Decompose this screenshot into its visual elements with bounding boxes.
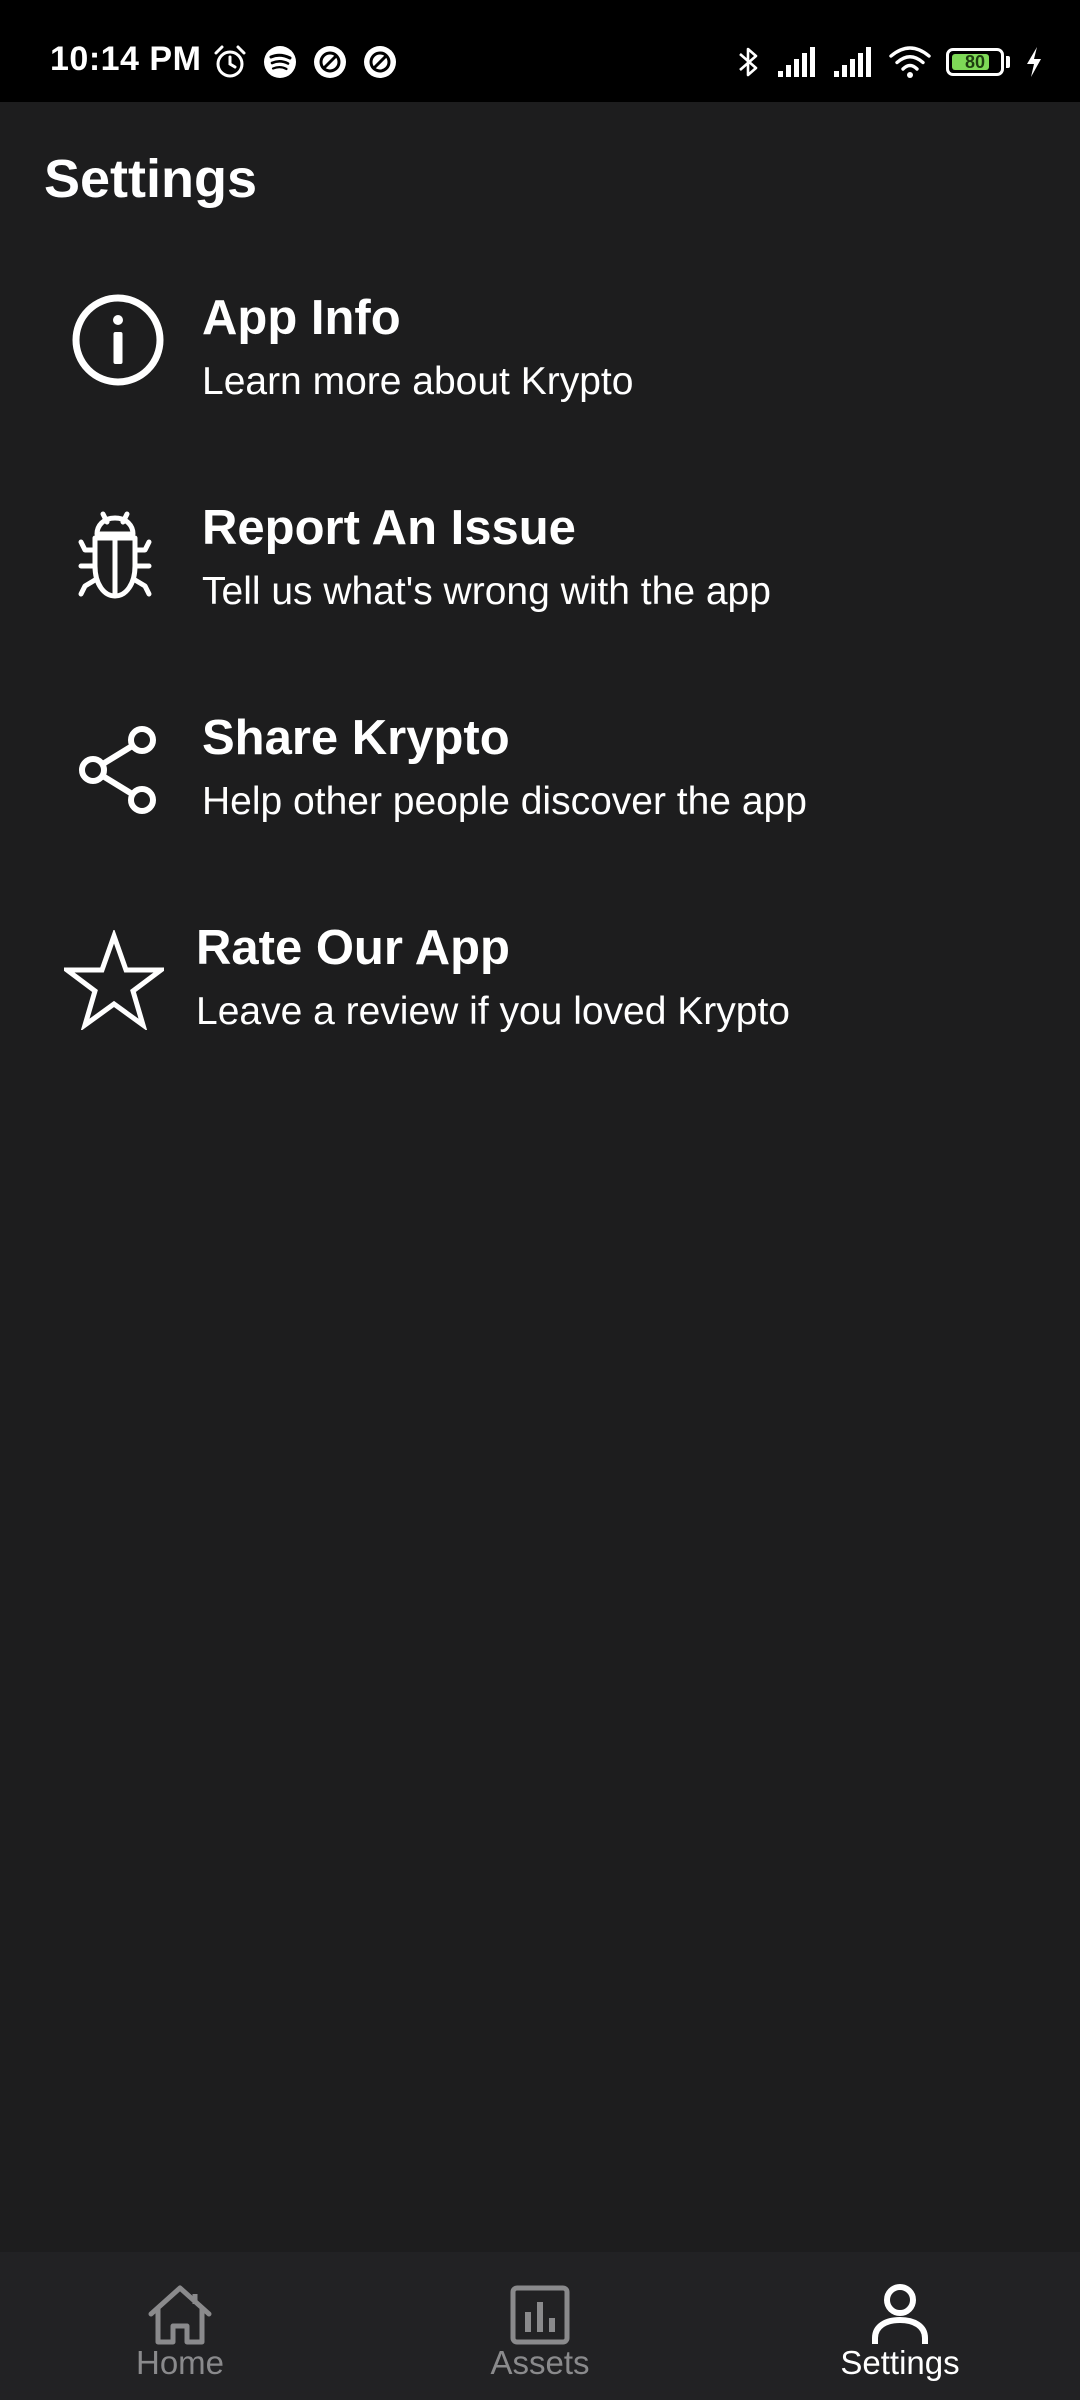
share-icon <box>79 726 156 814</box>
settings-item-share[interactable]: Share Krypto Help other people discover … <box>0 710 1080 890</box>
chart-icon <box>510 2285 570 2345</box>
charging-icon <box>1027 47 1041 77</box>
home-icon <box>148 2285 212 2345</box>
nav-item-home[interactable]: Home <box>0 2252 360 2400</box>
signal-icon <box>778 47 815 77</box>
settings-item-title: Share Krypto <box>202 711 510 765</box>
wifi-icon <box>889 46 931 78</box>
settings-item-title: Report An Issue <box>202 501 576 555</box>
settings-item-report-issue[interactable]: Report An Issue Tell us what's wrong wit… <box>0 500 1080 680</box>
settings-item-subtitle: Tell us what's wrong with the app <box>202 570 771 613</box>
status-notification-icons <box>212 44 398 80</box>
notification-icon <box>314 46 346 78</box>
settings-item-title: Rate Our App <box>196 921 510 975</box>
notification-icon <box>364 46 396 78</box>
info-icon <box>72 294 164 386</box>
battery-level: 80 <box>964 52 986 72</box>
status-system-icons: 80 <box>736 44 1044 80</box>
nav-label: Assets <box>490 2344 590 2381</box>
user-icon <box>872 2284 928 2344</box>
bottom-navigation: Home Assets Settings <box>0 2252 1080 2400</box>
star-icon <box>64 930 164 1030</box>
status-bar: 10:14 PM 80 <box>0 0 1080 102</box>
status-time: 10:14 PM <box>50 40 202 78</box>
bluetooth-icon <box>739 47 758 77</box>
settings-item-subtitle: Learn more about Krypto <box>202 360 634 403</box>
settings-item-app-info[interactable]: App Info Learn more about Krypto <box>0 290 1080 470</box>
alarm-icon <box>214 45 246 78</box>
signal-icon <box>834 47 871 77</box>
settings-item-subtitle: Leave a review if you loved Krypto <box>196 990 790 1033</box>
nav-item-settings[interactable]: Settings <box>720 2252 1080 2400</box>
settings-item-rate-app[interactable]: Rate Our App Leave a review if you loved… <box>0 920 1080 1100</box>
settings-item-subtitle: Help other people discover the app <box>202 780 807 823</box>
spotify-icon <box>264 46 296 78</box>
settings-item-title: App Info <box>202 291 401 345</box>
page-title: Settings <box>44 149 258 209</box>
nav-label: Settings <box>840 2344 960 2381</box>
nav-item-assets[interactable]: Assets <box>360 2252 720 2400</box>
nav-label: Home <box>135 2344 225 2381</box>
bug-icon <box>78 511 152 599</box>
battery-indicator: 80 <box>946 48 1004 76</box>
battery-cap <box>1006 56 1010 68</box>
